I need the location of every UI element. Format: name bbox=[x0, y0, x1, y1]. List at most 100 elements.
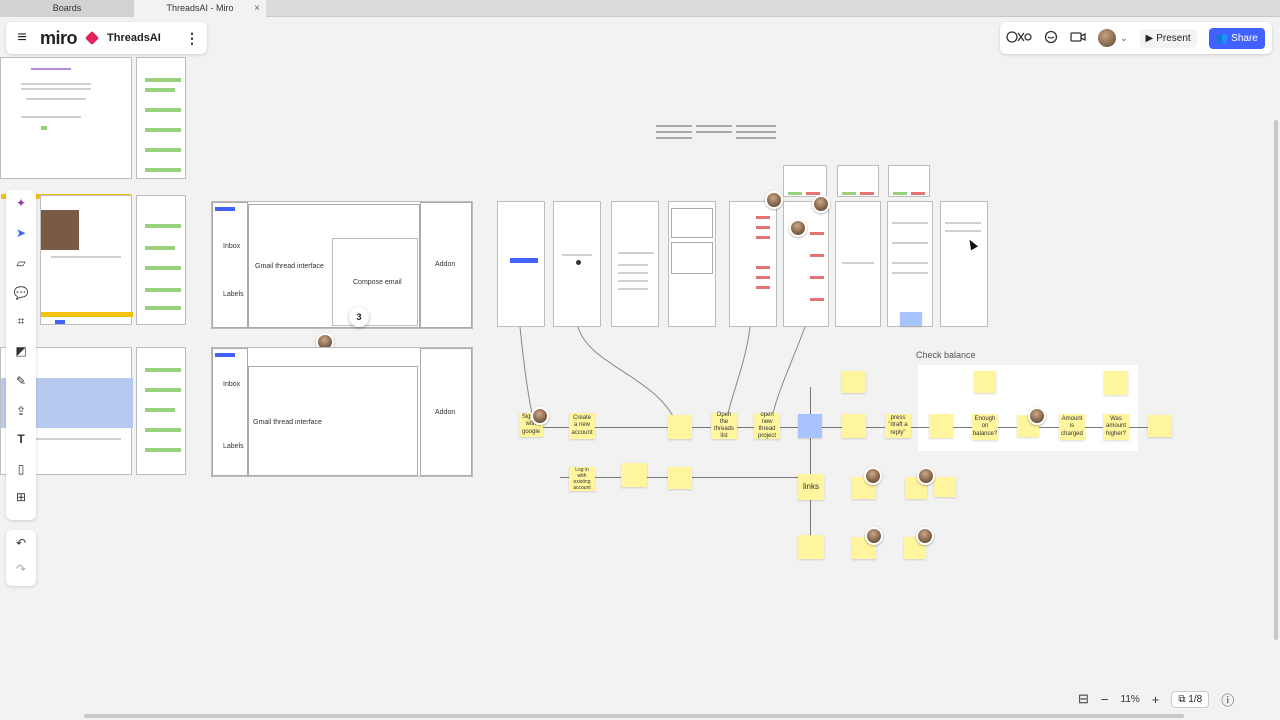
browser-tabstrip: Boards ThreadsAI - Miro × bbox=[0, 0, 1280, 17]
shapes-icon[interactable]: ◩ bbox=[6, 344, 36, 358]
collaborator-avatar[interactable] bbox=[865, 527, 883, 545]
sticky-amount-charged[interactable]: Amount is charged bbox=[1059, 414, 1085, 440]
add-icon[interactable]: ⊞ bbox=[6, 490, 36, 504]
sticky-note[interactable] bbox=[934, 477, 956, 497]
comment-icon[interactable]: 💬 bbox=[6, 286, 36, 300]
sticky-open-thread[interactable]: open new thread project bbox=[754, 412, 780, 439]
miro-logo[interactable]: miro bbox=[40, 28, 78, 49]
page-counter[interactable]: ⧉ 1/8 bbox=[1171, 690, 1210, 708]
sticky-highlighted[interactable] bbox=[798, 414, 822, 438]
upload-icon[interactable]: ⇪ bbox=[6, 404, 36, 418]
people-icon: 👥 bbox=[1215, 32, 1229, 44]
sticky-note[interactable] bbox=[668, 415, 692, 439]
flow-connectors bbox=[519, 326, 806, 427]
help-icon[interactable]: ⓘ bbox=[1221, 690, 1234, 709]
more-options-icon[interactable]: ⋮ bbox=[185, 30, 199, 47]
collaborator-avatar[interactable] bbox=[1028, 407, 1046, 425]
sticky-links[interactable]: links bbox=[798, 474, 824, 500]
collaborator-avatar[interactable] bbox=[812, 195, 830, 213]
wf1-compose-label: Compose email bbox=[353, 279, 402, 286]
collaborator-avatar[interactable] bbox=[531, 407, 549, 425]
sticky-amount-higher[interactable]: Was amount higher? bbox=[1103, 414, 1129, 440]
zoom-out-icon[interactable]: − bbox=[1101, 692, 1109, 707]
sticky-note[interactable] bbox=[1148, 415, 1172, 437]
chevron-down-icon[interactable]: ⌄ bbox=[1120, 33, 1128, 44]
collaborator-avatar[interactable] bbox=[765, 191, 783, 209]
sticky-note-icon[interactable]: ▱ bbox=[6, 256, 36, 270]
mockup-popup-2[interactable] bbox=[837, 165, 879, 197]
screenshot-frame-6[interactable] bbox=[136, 347, 186, 475]
reactions-icon[interactable] bbox=[1006, 30, 1032, 47]
chat-icon[interactable] bbox=[1044, 30, 1058, 47]
horizontal-scrollbar[interactable] bbox=[84, 714, 1184, 718]
sticky-note[interactable] bbox=[1104, 371, 1128, 395]
collaborator-avatar[interactable] bbox=[789, 219, 807, 237]
page-count: 1/8 bbox=[1188, 693, 1203, 705]
video-icon[interactable] bbox=[1070, 31, 1086, 46]
mockup-popup-3[interactable] bbox=[888, 165, 930, 197]
collaboration-toolbar: ⌄ ▶ Present 👥 Share bbox=[1000, 22, 1272, 54]
tab-threadsai-label: ThreadsAI - Miro bbox=[166, 3, 234, 13]
sticky-enough-balance[interactable]: Enough on balance? bbox=[972, 414, 998, 440]
template-icon[interactable]: ▯ bbox=[6, 462, 36, 476]
gmail-wireframe-1[interactable]: Inbox Labels Gmail thread interface Comp… bbox=[211, 201, 473, 329]
sticky-note[interactable] bbox=[842, 371, 866, 393]
fit-screen-icon[interactable]: ⊟ bbox=[1078, 691, 1089, 707]
hamburger-menu-icon[interactable]: ≡ bbox=[14, 29, 30, 47]
mockup-loading[interactable] bbox=[553, 201, 601, 327]
sticky-note[interactable] bbox=[974, 371, 996, 393]
frame-icon[interactable]: ⌗ bbox=[6, 314, 36, 329]
zoom-level[interactable]: 11% bbox=[1121, 694, 1140, 705]
tab-boards[interactable]: Boards bbox=[0, 0, 134, 17]
screenshot-frame-4[interactable] bbox=[136, 195, 186, 325]
mockup-threads[interactable] bbox=[668, 201, 716, 327]
mockup-reply[interactable] bbox=[887, 201, 933, 327]
sticky-note[interactable] bbox=[668, 467, 692, 489]
present-label: Present bbox=[1156, 32, 1191, 44]
board-canvas[interactable]: Inbox Labels Gmail thread interface Comp… bbox=[0, 17, 1280, 720]
sticky-note[interactable] bbox=[621, 463, 647, 487]
sticky-open-threads[interactable]: Open the threads list bbox=[711, 412, 737, 439]
sticky-note[interactable] bbox=[842, 414, 866, 438]
count-badge[interactable]: 3 bbox=[349, 307, 369, 327]
tab-threadsai[interactable]: ThreadsAI - Miro × bbox=[134, 0, 266, 17]
undo-icon[interactable]: ↶ bbox=[6, 536, 36, 550]
mockup-signin[interactable] bbox=[497, 201, 545, 327]
redo-icon[interactable]: ↷ bbox=[6, 562, 36, 576]
sticky-note[interactable] bbox=[929, 414, 953, 438]
gmail-wireframe-2[interactable]: Inbox Labels Gmail thread interface Addo… bbox=[211, 347, 473, 477]
select-icon[interactable]: ➤ bbox=[6, 226, 36, 240]
user-avatar[interactable] bbox=[1098, 29, 1116, 47]
mockup-list[interactable] bbox=[611, 201, 659, 327]
mockup-draft[interactable] bbox=[835, 201, 881, 327]
pen-icon[interactable]: ✎ bbox=[6, 374, 36, 388]
board-name[interactable]: ThreadsAI bbox=[107, 32, 161, 44]
screenshot-frame-2[interactable] bbox=[136, 57, 186, 179]
mockup-end[interactable] bbox=[940, 201, 988, 327]
mockup-popup-1[interactable] bbox=[783, 165, 827, 197]
sticky-create-account[interactable]: Create a new account bbox=[569, 413, 595, 439]
sticky-note[interactable] bbox=[798, 535, 824, 559]
collaborator-avatar[interactable] bbox=[916, 527, 934, 545]
screenshot-frame-1[interactable] bbox=[0, 57, 132, 199]
webcam-video-thumbnail bbox=[41, 210, 79, 250]
close-tab-icon[interactable]: × bbox=[254, 0, 260, 17]
present-button[interactable]: ▶ Present bbox=[1139, 28, 1197, 48]
mockup-actions[interactable] bbox=[783, 201, 829, 327]
text-icon[interactable]: T bbox=[6, 432, 36, 446]
share-button[interactable]: 👥 Share bbox=[1208, 27, 1265, 49]
screenshot-frame-3[interactable] bbox=[40, 195, 133, 325]
wf2-addon-label: Addon bbox=[435, 409, 456, 416]
zoom-in-icon[interactable]: + bbox=[1152, 692, 1160, 707]
mockup-thread-detail[interactable] bbox=[729, 201, 777, 327]
ai-sparkle-icon[interactable]: ✦ bbox=[6, 196, 36, 210]
sticky-log-in-existing[interactable]: Log in with existing account bbox=[569, 467, 595, 491]
layers-icon: ⧉ bbox=[1178, 693, 1186, 705]
sticky-draft-reply[interactable]: press "draft a reply" bbox=[885, 414, 911, 438]
wf1-addon-panel: Addon bbox=[420, 202, 472, 328]
collaborator-avatar[interactable] bbox=[917, 467, 935, 485]
collaborator-avatar[interactable] bbox=[864, 467, 882, 485]
header-mockup-group[interactable] bbox=[656, 123, 780, 141]
tab-boards-label: Boards bbox=[52, 3, 82, 13]
vertical-scrollbar[interactable] bbox=[1274, 120, 1278, 640]
